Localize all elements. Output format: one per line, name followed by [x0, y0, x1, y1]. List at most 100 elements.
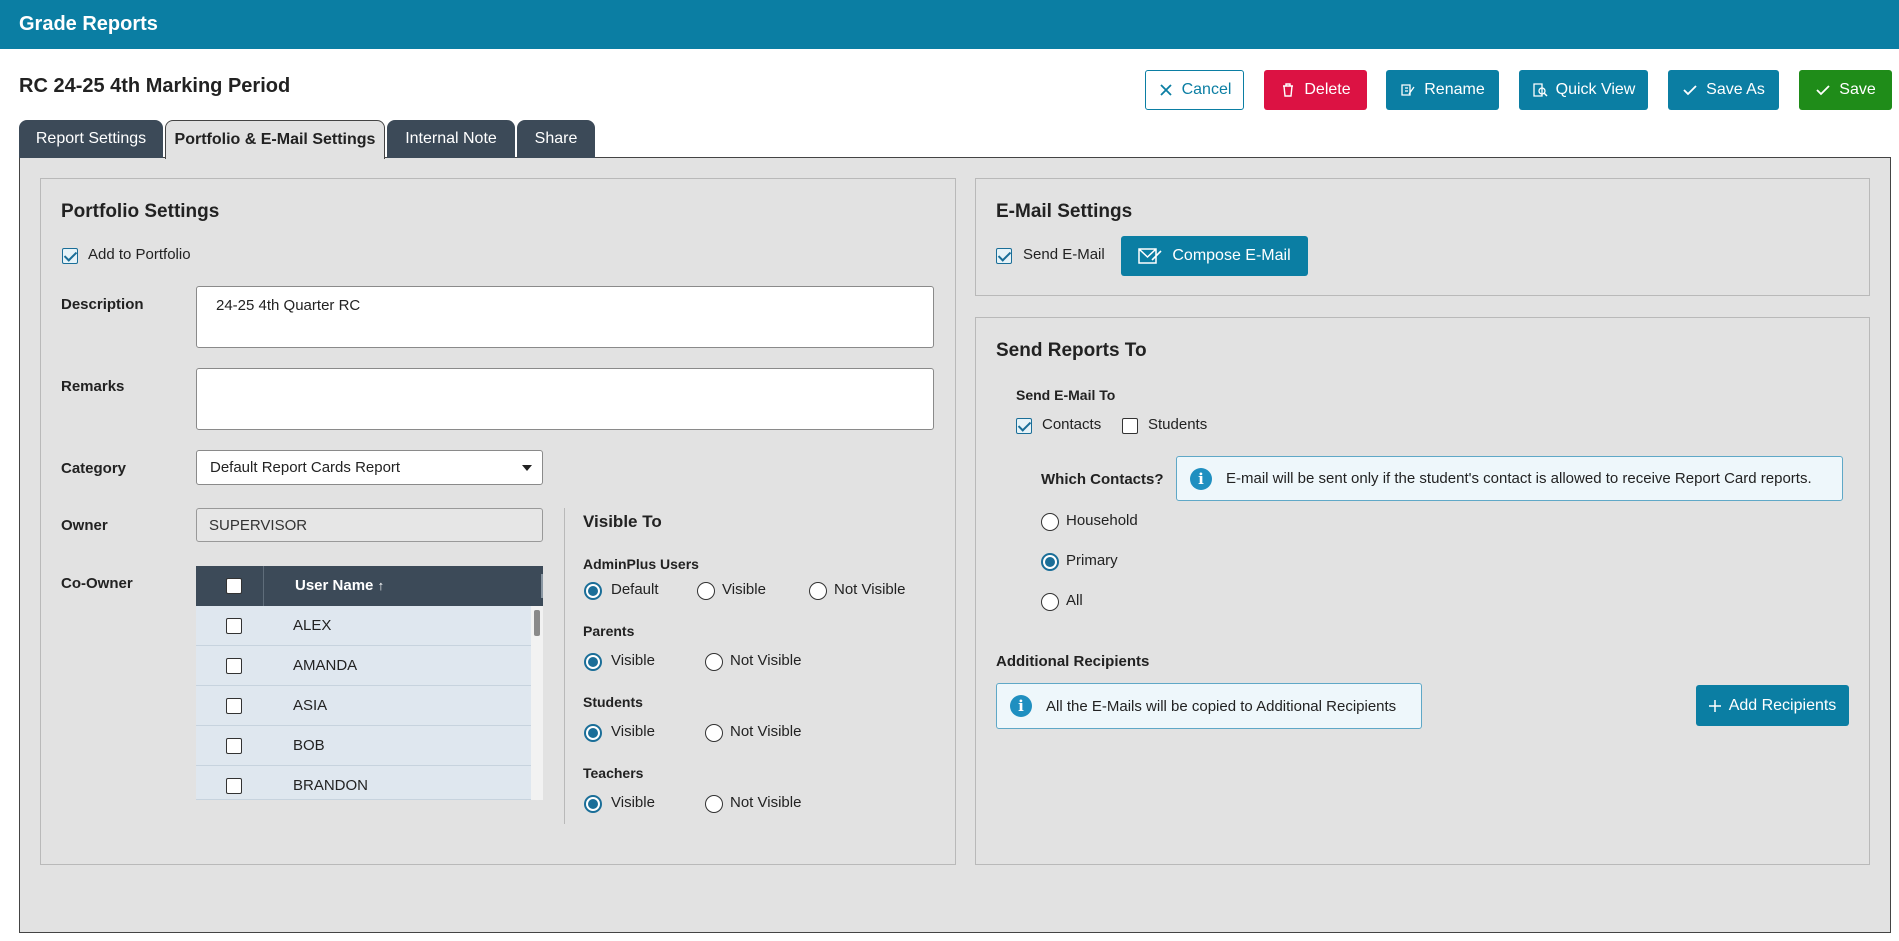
column-resize-handle[interactable] [541, 574, 543, 598]
save-as-button[interactable]: Save As [1668, 70, 1779, 110]
tab-share[interactable]: Share [517, 120, 595, 158]
select-all-checkbox[interactable] [226, 578, 242, 594]
cancel-button[interactable]: Cancel [1145, 70, 1244, 110]
contacts-checkbox[interactable] [1016, 418, 1032, 434]
teachers-not-visible-label: Not Visible [730, 794, 802, 811]
row-checkbox[interactable] [226, 698, 242, 714]
students-checkbox[interactable] [1122, 418, 1138, 434]
compose-email-button[interactable]: Compose E-Mail [1121, 236, 1308, 276]
adminplus-users-label: AdminPlus Users [583, 556, 699, 572]
sort-ascending-icon: ↑ [377, 578, 385, 593]
teachers-visible-radio[interactable] [584, 795, 602, 813]
primary-label: Primary [1066, 552, 1118, 569]
save-label: Save [1839, 81, 1876, 98]
category-select[interactable]: Default Report Cards Report [196, 450, 543, 485]
students-not-visible-radio[interactable] [705, 724, 723, 742]
save-button[interactable]: Save [1799, 70, 1892, 110]
students-visibility-label: Students [583, 694, 643, 710]
check-icon [1816, 85, 1830, 96]
parents-visible-radio[interactable] [584, 653, 602, 671]
tab-portfolio-email-settings[interactable]: Portfolio & E-Mail Settings [165, 120, 385, 159]
teachers-not-visible-radio[interactable] [705, 795, 723, 813]
grid-scrollbar-thumb[interactable] [534, 610, 540, 636]
email-settings-heading: E-Mail Settings [996, 201, 1133, 222]
tab-internal-note[interactable]: Internal Note [387, 120, 515, 158]
contacts-label: Contacts [1042, 416, 1102, 433]
quick-view-button[interactable]: Quick View [1519, 70, 1648, 110]
send-email-checkbox[interactable] [996, 248, 1012, 264]
tab-report-settings[interactable]: Report Settings [19, 120, 163, 158]
adminplus-not-visible-label: Not Visible [834, 581, 906, 598]
description-label: Description [61, 296, 144, 313]
adminplus-default-radio[interactable] [584, 582, 602, 600]
cancel-label: Cancel [1181, 81, 1232, 98]
close-icon [1159, 84, 1172, 96]
table-row[interactable]: BOB [196, 726, 531, 766]
user-name-cell: BOB [293, 737, 325, 754]
students-label: Students [1148, 416, 1208, 433]
all-label: All [1066, 592, 1083, 609]
add-to-portfolio-label: Add to Portfolio [88, 246, 191, 263]
report-name: RC 24-25 4th Marking Period [19, 75, 291, 97]
user-name-column-header[interactable]: User Name ↑ [295, 577, 384, 594]
send-email-to-label: Send E-Mail To [1016, 387, 1116, 403]
category-value: Default Report Cards Report [210, 459, 401, 476]
send-reports-heading: Send Reports To [996, 340, 1147, 361]
user-name-column-label: User Name [295, 577, 374, 594]
adminplus-not-visible-radio[interactable] [809, 582, 827, 600]
students-visible-label: Visible [611, 723, 655, 740]
parents-visible-label: Visible [611, 652, 655, 669]
delete-button[interactable]: Delete [1264, 70, 1367, 110]
table-row[interactable]: ASIA [196, 686, 531, 726]
table-row[interactable]: AMANDA [196, 646, 531, 686]
description-field[interactable]: 24-25 4th Quarter RC [196, 286, 934, 348]
user-name-cell: BRANDON [293, 777, 369, 794]
table-row[interactable]: BRANDON [196, 766, 531, 800]
row-checkbox[interactable] [226, 658, 242, 674]
quick-view-label: Quick View [1555, 81, 1636, 98]
row-checkbox[interactable] [226, 618, 242, 634]
parents-not-visible-label: Not Visible [730, 652, 802, 669]
parents-not-visible-radio[interactable] [705, 653, 723, 671]
check-icon [1683, 85, 1697, 96]
students-visible-radio[interactable] [584, 724, 602, 742]
section-divider [564, 508, 565, 824]
which-contacts-label: Which Contacts? [1041, 471, 1164, 488]
trash-icon [1283, 83, 1294, 97]
add-recipients-label: Add Recipients [1728, 696, 1837, 714]
co-owner-grid-header: User Name ↑ [196, 566, 543, 606]
contacts-info-message: i E-mail will be sent only if the studen… [1176, 456, 1843, 501]
row-checkbox[interactable] [226, 738, 242, 754]
user-name-cell: ALEX [293, 617, 332, 634]
adminplus-visible-radio[interactable] [697, 582, 715, 600]
info-icon: i [1010, 695, 1032, 717]
remarks-label: Remarks [61, 378, 125, 395]
additional-recipients-label: Additional Recipients [996, 653, 1150, 670]
household-label: Household [1066, 512, 1138, 529]
compose-email-label: Compose E-Mail [1172, 247, 1291, 264]
app-header: Grade Reports [0, 0, 1899, 49]
email-settings-section [975, 178, 1870, 296]
co-owner-label: Co-Owner [61, 575, 133, 592]
dropdown-arrow-icon [522, 465, 532, 471]
parents-label: Parents [583, 623, 635, 639]
envelope-icon [1138, 248, 1162, 264]
add-to-portfolio-checkbox[interactable] [62, 248, 78, 264]
rename-button[interactable]: Rename [1386, 70, 1499, 110]
rename-icon [1401, 84, 1415, 96]
additional-recipients-info: i All the E-Mails will be copied to Addi… [996, 683, 1422, 729]
all-radio[interactable] [1041, 593, 1059, 611]
table-row[interactable]: ALEX [196, 606, 531, 646]
primary-radio[interactable] [1041, 553, 1059, 571]
teachers-visible-label: Visible [611, 794, 655, 811]
save-as-label: Save As [1706, 81, 1765, 98]
teachers-label: Teachers [583, 765, 644, 781]
additional-recipients-info-text: All the E-Mails will be copied to Additi… [1046, 697, 1397, 715]
visible-to-heading: Visible To [583, 512, 662, 531]
user-name-cell: ASIA [293, 697, 328, 714]
row-checkbox[interactable] [226, 778, 242, 794]
add-recipients-button[interactable]: Add Recipients [1696, 685, 1849, 726]
household-radio[interactable] [1041, 513, 1059, 531]
remarks-field[interactable] [196, 368, 934, 430]
column-divider [263, 566, 264, 606]
